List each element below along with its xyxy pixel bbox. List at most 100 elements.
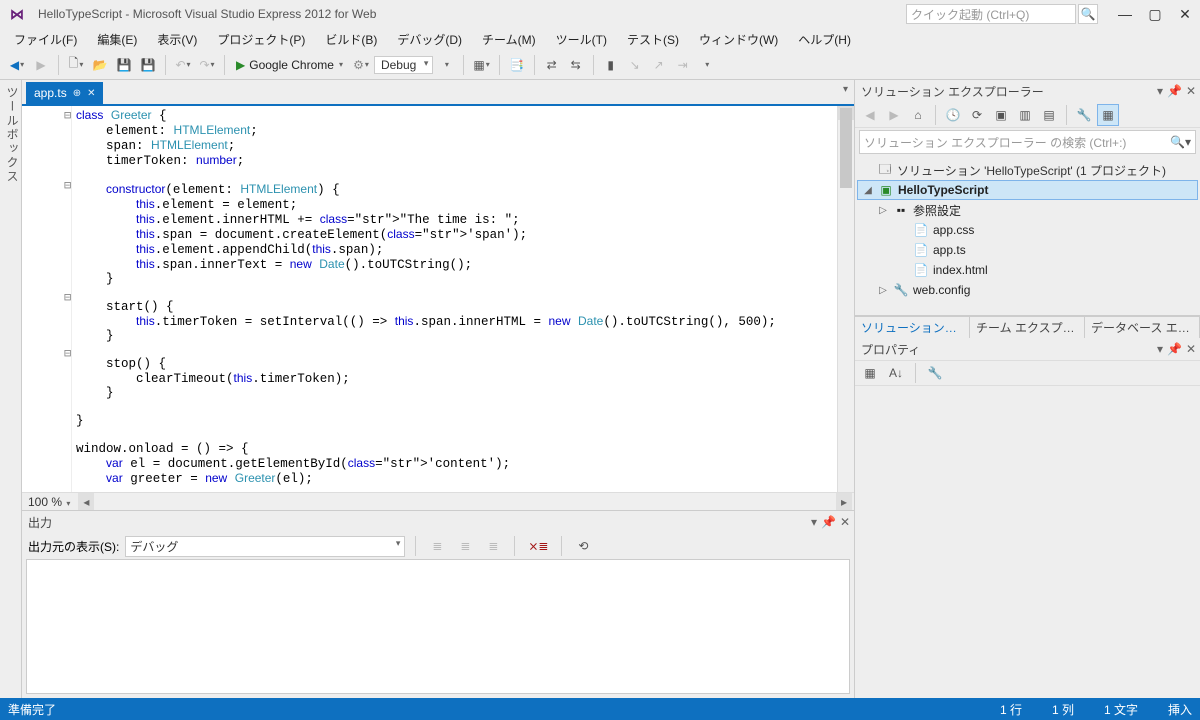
tb-e[interactable]: ▮: [600, 54, 622, 76]
tree-project-row[interactable]: ◢ ▣ HelloTypeScript: [857, 180, 1198, 200]
tb-g[interactable]: ↗: [648, 54, 670, 76]
start-debug-button[interactable]: ▶Google Chrome▾: [231, 54, 348, 76]
doc-tab-app-ts[interactable]: app.ts ⊕ ✕: [26, 82, 103, 104]
se-views-button[interactable]: ▤: [1038, 104, 1060, 126]
config-select[interactable]: Debug: [374, 56, 433, 74]
chevron-right-icon[interactable]: ▷: [877, 205, 889, 216]
tb-h[interactable]: ⇥: [672, 54, 694, 76]
props-menu-icon[interactable]: ▾: [1157, 342, 1163, 356]
tree-row[interactable]: ▷🔧web.config: [857, 280, 1198, 300]
tree-row[interactable]: ▷▪▪参照設定: [857, 200, 1198, 220]
props-pin-icon[interactable]: 📌: [1167, 342, 1182, 356]
tb-b[interactable]: 📑: [506, 54, 528, 76]
outline-toggle-icon[interactable]: ⊟: [64, 178, 71, 192]
editor-hscroll[interactable]: ◂ ▸: [78, 493, 852, 510]
browser-dd[interactable]: ⚙▾: [350, 54, 372, 76]
quick-launch-input[interactable]: クイック起動 (Ctrl+Q): [906, 4, 1076, 24]
output-close-icon[interactable]: ✕: [840, 515, 850, 529]
output-menu-icon[interactable]: ▾: [811, 515, 817, 529]
se-pin-icon[interactable]: 📌: [1167, 84, 1182, 98]
close-button[interactable]: ✕: [1172, 4, 1198, 24]
editor-vscroll[interactable]: ▭: [837, 106, 854, 492]
chevron-down-icon[interactable]: ◢: [862, 185, 874, 196]
menu-item[interactable]: ツール(T): [546, 29, 617, 50]
menu-item[interactable]: 編集(E): [87, 29, 147, 50]
nav-fwd-button[interactable]: ▶: [30, 54, 52, 76]
props-close-icon[interactable]: ✕: [1186, 342, 1196, 356]
tb-d[interactable]: ⇆: [565, 54, 587, 76]
vscroll-thumb[interactable]: [840, 108, 852, 188]
chevron-right-icon[interactable]: ▷: [877, 285, 889, 296]
tb-a[interactable]: ▦▾: [470, 54, 492, 76]
hscroll-right-icon[interactable]: ▸: [836, 493, 852, 510]
solution-explorer-search[interactable]: ソリューション エクスプローラー の検索 (Ctrl+:) 🔍▾: [859, 130, 1196, 154]
pin-icon[interactable]: ⊕: [73, 88, 81, 99]
output-body[interactable]: [26, 559, 850, 694]
redo-button[interactable]: ↷▾: [196, 54, 218, 76]
save-button[interactable]: 💾: [113, 54, 135, 76]
properties-body[interactable]: [855, 386, 1200, 698]
se-collapse-button[interactable]: ▣: [990, 104, 1012, 126]
out-btn-2[interactable]: ≣: [454, 535, 476, 557]
hscroll-left-icon[interactable]: ◂: [78, 493, 94, 510]
save-all-button[interactable]: 💾: [137, 54, 159, 76]
menu-item[interactable]: ファイル(F): [4, 29, 87, 50]
out-btn-3[interactable]: ≣: [482, 535, 504, 557]
config-dd[interactable]: ▾: [435, 54, 457, 76]
undo-button[interactable]: ↶▾: [172, 54, 194, 76]
se-back-button[interactable]: ◀: [859, 104, 881, 126]
code-area[interactable]: class Greeter { element: HTMLElement; sp…: [72, 106, 837, 492]
menu-item[interactable]: プロジェクト(P): [207, 29, 315, 50]
zoom-select[interactable]: 100 % ▾: [22, 495, 76, 509]
se-refresh-button[interactable]: 🕓: [942, 104, 964, 126]
se-showall-button[interactable]: ▥: [1014, 104, 1036, 126]
outline-toggle-icon[interactable]: ⊟: [64, 290, 71, 304]
tb-i[interactable]: ▾: [696, 54, 718, 76]
menu-item[interactable]: 表示(V): [147, 29, 207, 50]
se-close-icon[interactable]: ✕: [1186, 84, 1196, 98]
tb-f[interactable]: ↘: [624, 54, 646, 76]
tree-row[interactable]: 📄index.html: [857, 260, 1198, 280]
tb-c[interactable]: ⇄: [541, 54, 563, 76]
right-tab[interactable]: ソリューション…: [855, 317, 970, 338]
out-btn-4[interactable]: ⨯≣: [525, 535, 551, 557]
toolbox-rail[interactable]: ツールボックス: [0, 80, 22, 698]
open-button[interactable]: 📂: [89, 54, 111, 76]
props-cat-button[interactable]: ▦: [859, 362, 881, 384]
tab-overflow-button[interactable]: ▾: [843, 84, 848, 95]
menu-item[interactable]: ウィンドウ(W): [689, 29, 788, 50]
outline-toggle-icon[interactable]: ⊟: [64, 108, 71, 122]
outline-toggle-icon[interactable]: ⊟: [64, 346, 71, 360]
menu-item[interactable]: ビルド(B): [315, 29, 387, 50]
menu-item[interactable]: デバッグ(D): [387, 29, 472, 50]
se-preview-button[interactable]: ▦: [1097, 104, 1119, 126]
se-prop-button[interactable]: 🔧: [1073, 104, 1095, 126]
menu-item[interactable]: テスト(S): [617, 29, 689, 50]
minimize-button[interactable]: —: [1112, 4, 1138, 24]
out-btn-1[interactable]: ≣: [426, 535, 448, 557]
code-editor[interactable]: ⊟ ⊟ ⊟ ⊟ class Greeter { element: HTMLElemen…: [22, 104, 854, 492]
tree-solution-row[interactable]: 🗔 ソリューション 'HelloTypeScript' (1 プロジェクト): [857, 160, 1198, 180]
nav-back-button[interactable]: ◀▾: [6, 54, 28, 76]
right-tab[interactable]: データベース エ…: [1085, 317, 1200, 338]
output-source-select[interactable]: デバッグ: [125, 536, 405, 557]
se-sync-button[interactable]: ⟳: [966, 104, 988, 126]
maximize-button[interactable]: ▢: [1142, 4, 1168, 24]
tree-row[interactable]: 📄app.ts: [857, 240, 1198, 260]
menu-item[interactable]: ヘルプ(H): [788, 29, 861, 50]
right-tab[interactable]: チーム エクスプ…: [970, 317, 1085, 338]
props-wrench-button[interactable]: 🔧: [924, 362, 946, 384]
out-btn-5[interactable]: ⟲: [572, 535, 594, 557]
se-search-icon[interactable]: 🔍▾: [1170, 135, 1191, 149]
props-az-button[interactable]: A↓: [885, 362, 907, 384]
search-icon[interactable]: 🔍: [1078, 4, 1098, 24]
tree-row[interactable]: 📄app.css: [857, 220, 1198, 240]
menu-item[interactable]: チーム(M): [472, 29, 546, 50]
se-fwd-button[interactable]: ▶: [883, 104, 905, 126]
se-home-button[interactable]: ⌂: [907, 104, 929, 126]
solution-tree[interactable]: 🗔 ソリューション 'HelloTypeScript' (1 プロジェクト) ◢…: [855, 156, 1200, 304]
output-pin-icon[interactable]: 📌: [821, 515, 836, 529]
new-project-button[interactable]: 🗋▾: [65, 54, 87, 76]
close-tab-icon[interactable]: ✕: [87, 88, 95, 99]
se-menu-icon[interactable]: ▾: [1157, 84, 1163, 98]
